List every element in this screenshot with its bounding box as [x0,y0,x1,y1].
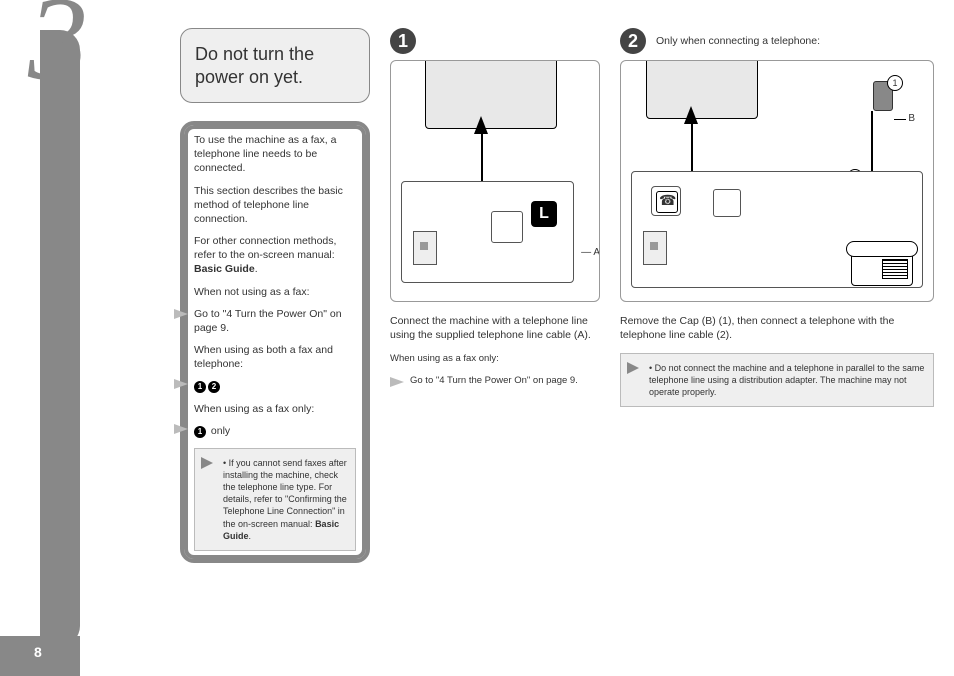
label-b: B [908,113,915,124]
step-1-sublabel: When using as a fax only: [390,353,600,366]
when-not-fax-action: Go to "4 Turn the Power On" on page 9. [194,307,356,335]
label-circ-1: 1 [887,75,903,91]
intro-note: • If you cannot send faxes after install… [194,448,356,551]
intro-p2: This section describes the basic method … [194,184,356,227]
when-both-label: When using as both a fax and telephone: [194,343,356,371]
triangle-bullet-icon [201,457,213,469]
page-number: 8 [28,640,74,664]
label-l: L [531,201,557,227]
intro-p1: To use the machine as a fax, a telephone… [194,133,356,176]
step-2-badge: 2 [620,28,646,54]
arrow-right-icon [174,424,188,434]
section-number: 3 [28,0,88,108]
triangle-bullet-icon [627,362,639,374]
intro-p3: For other connection methods, refer to t… [194,234,356,277]
when-not-fax-label: When not using as a fax: [194,285,356,299]
step-1-subaction: Go to "4 Turn the Power On" on page 9. [410,375,600,388]
phone-jack-icon [651,186,681,216]
when-both-steps: 12 [194,379,356,393]
wallplate-illustration [643,231,667,265]
when-fax-only-steps: 1 only [194,424,356,438]
step-1-badge: 1 [390,28,416,54]
arrow-right-icon [174,309,188,319]
telephone-illustration [851,248,913,286]
printer-illustration [425,60,557,129]
step-2-diagram: 1 B 2 [620,60,934,302]
step-2-note: • Do not connect the machine and a telep… [620,353,934,407]
step-1-text: Connect the machine with a telephone lin… [390,314,600,342]
label-a: — A [579,247,600,258]
arrow-right-icon [174,379,188,389]
arrow-right-icon [390,377,404,387]
jack-illustration [491,211,523,243]
power-warning: Do not turn the power on yet. [180,28,370,103]
wallplate-illustration [413,231,437,265]
intro-box: To use the machine as a fax, a telephone… [180,121,370,563]
step-2-header-text: Only when connecting a telephone: [656,35,820,47]
step-2-text: Remove the Cap (B) (1), then connect a t… [620,314,934,342]
jack-illustration [713,189,741,217]
step-1-diagram: L — A [390,60,600,302]
when-fax-only-label: When using as a fax only: [194,402,356,416]
